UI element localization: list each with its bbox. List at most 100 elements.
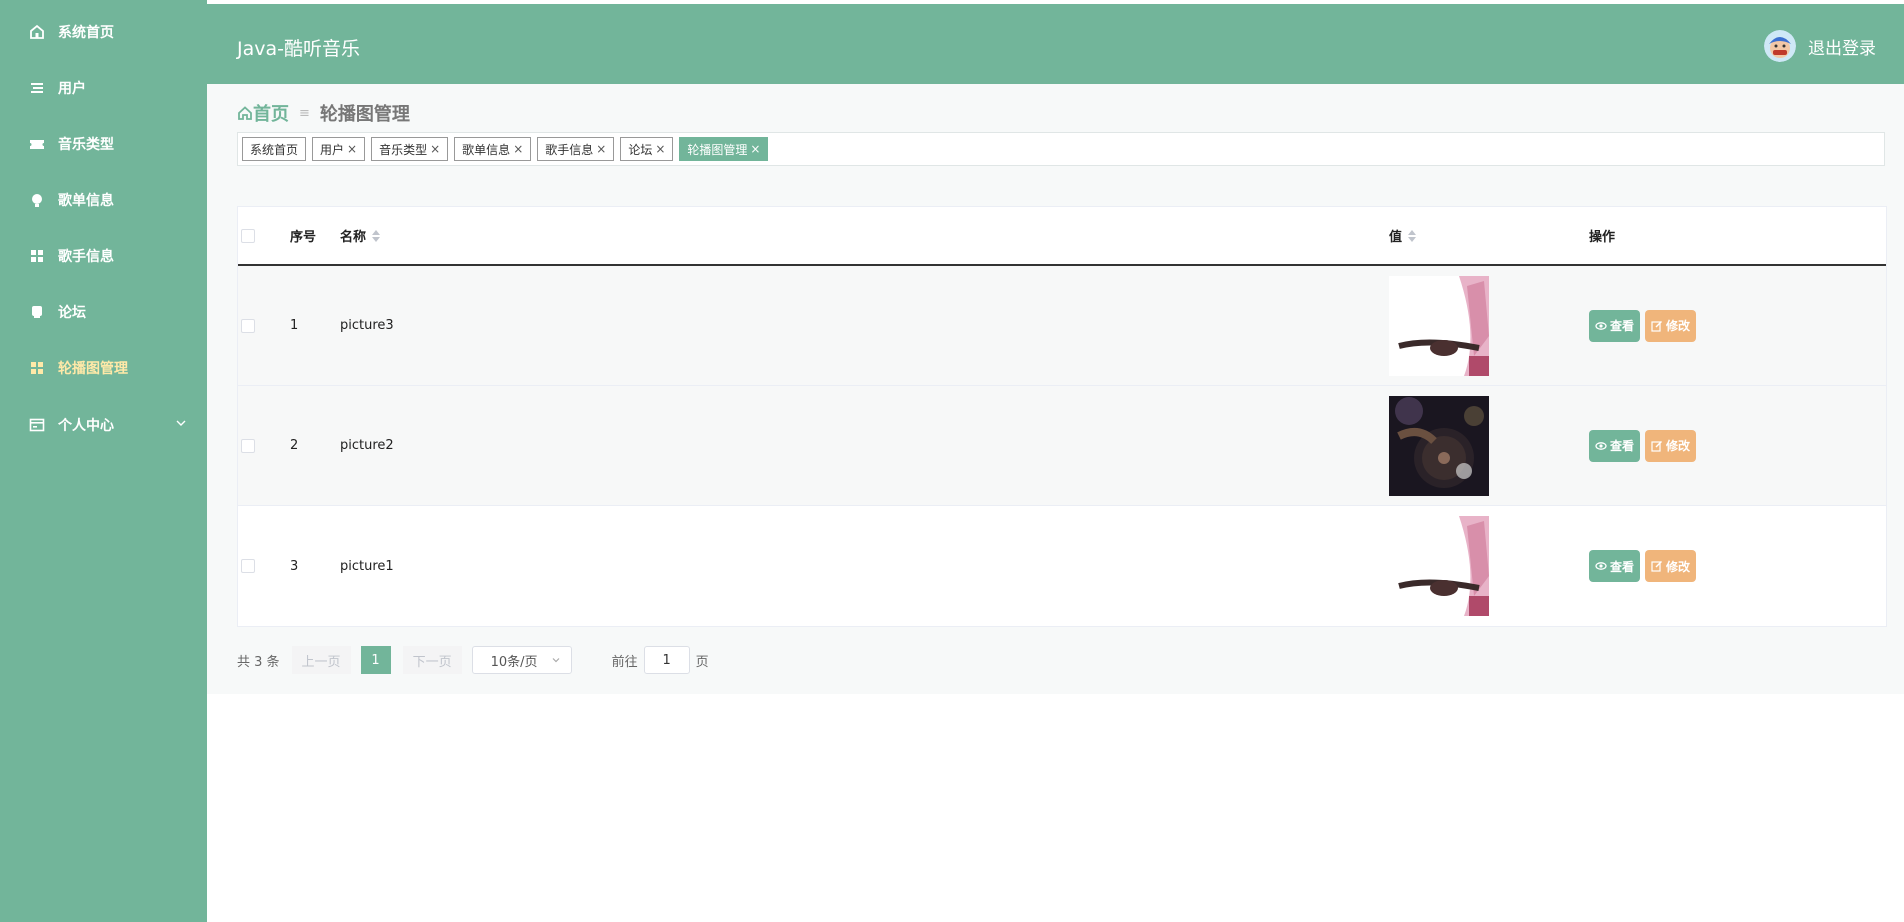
tag-label: 论坛 bbox=[628, 142, 653, 157]
page-number-button[interactable]: 1 bbox=[360, 646, 391, 674]
carousel-thumbnail bbox=[1389, 275, 1489, 376]
close-icon[interactable]: × bbox=[596, 142, 606, 156]
sidebar-item-carousel[interactable]: 轮播图管理 bbox=[0, 348, 207, 388]
row-checkbox[interactable] bbox=[241, 559, 255, 573]
app-root: 系统首页 用户 音乐类型 歌单信息 歌手信息 论坛 轮播图管理 个人中心 Jav… bbox=[0, 0, 1904, 922]
main-content: 首页 ≡ 轮播图管理 系统首页 用户 × 音乐类型 × 歌单信息 × 歌手信息 × 论坛… bbox=[207, 84, 1904, 694]
sidebar: 系统首页 用户 音乐类型 歌单信息 歌手信息 论坛 轮播图管理 个人中心 bbox=[0, 0, 207, 922]
logout-button[interactable]: 退出登录 bbox=[1764, 30, 1876, 62]
row-checkbox[interactable] bbox=[241, 318, 255, 333]
row-index: 2 bbox=[290, 438, 299, 453]
close-icon[interactable]: × bbox=[655, 142, 665, 156]
header-name[interactable]: 名称 bbox=[340, 207, 381, 264]
sort-icon[interactable] bbox=[372, 229, 381, 242]
edit-icon bbox=[1651, 561, 1663, 572]
next-page-button[interactable]: 下一页 bbox=[402, 646, 462, 674]
tag-music-type[interactable]: 音乐类型 × bbox=[371, 137, 449, 161]
page-size-value: 10条/页 bbox=[490, 654, 538, 670]
sidebar-item-label: 用户 bbox=[58, 81, 86, 97]
view-button[interactable]: 查看 bbox=[1589, 309, 1641, 342]
header-actions: 操作 bbox=[1589, 230, 1616, 245]
tags-view-bar: 系统首页 用户 × 音乐类型 × 歌单信息 × 歌手信息 × 论坛 × 轮播图管理 × bbox=[237, 132, 1885, 166]
sidebar-item-personal-center[interactable]: 个人中心 bbox=[0, 405, 207, 445]
view-label: 查看 bbox=[1610, 439, 1635, 453]
tag-playlists[interactable]: 歌单信息 × bbox=[454, 137, 532, 161]
breadcrumb-home[interactable]: 首页 bbox=[237, 100, 289, 126]
sidebar-item-label: 论坛 bbox=[58, 305, 86, 321]
tag-singers[interactable]: 歌手信息 × bbox=[537, 137, 615, 161]
header-name-label: 名称 bbox=[340, 230, 367, 245]
logout-label: 退出登录 bbox=[1808, 38, 1876, 59]
eye-icon bbox=[1595, 562, 1607, 570]
tag-forum[interactable]: 论坛 × bbox=[620, 137, 674, 161]
sidebar-item-label: 个人中心 bbox=[58, 418, 114, 434]
sidebar-item-music-type[interactable]: 音乐类型 bbox=[0, 124, 207, 164]
row-name: picture2 bbox=[340, 438, 394, 453]
sidebar-item-home[interactable]: 系统首页 bbox=[0, 12, 207, 52]
table-row: 3 picture1 查看 修改 bbox=[238, 506, 1886, 626]
view-label: 查看 bbox=[1610, 559, 1635, 574]
sidebar-item-forum[interactable]: 论坛 bbox=[0, 292, 207, 332]
row-index: 3 bbox=[290, 558, 299, 574]
tag-home[interactable]: 系统首页 bbox=[242, 137, 307, 161]
app-title: Java-酷听音乐 bbox=[237, 38, 360, 60]
close-icon[interactable]: × bbox=[430, 142, 440, 156]
eye-icon bbox=[1595, 321, 1607, 330]
breadcrumb-current: 轮播图管理 bbox=[319, 104, 410, 125]
sidebar-item-label: 歌单信息 bbox=[58, 193, 114, 209]
ticket-icon bbox=[28, 135, 46, 153]
sidebar-item-playlists[interactable]: 歌单信息 bbox=[0, 180, 207, 220]
row-name: picture3 bbox=[340, 318, 394, 333]
tag-label: 用户 bbox=[320, 142, 345, 157]
row-actions: 查看 修改 bbox=[1589, 266, 1701, 385]
sidebar-item-label: 系统首页 bbox=[58, 25, 114, 41]
edit-button[interactable]: 修改 bbox=[1645, 429, 1697, 462]
row-checkbox[interactable] bbox=[241, 438, 255, 453]
sidebar-item-label: 轮播图管理 bbox=[58, 361, 128, 377]
tag-label: 歌单信息 bbox=[462, 142, 511, 157]
edit-label: 修改 bbox=[1666, 439, 1691, 453]
sort-icon[interactable] bbox=[1408, 229, 1417, 242]
tag-carousel[interactable]: 轮播图管理 × bbox=[679, 137, 769, 161]
page-jumper: 前往 页 bbox=[612, 646, 709, 674]
edit-icon bbox=[1651, 320, 1663, 332]
home-icon bbox=[238, 106, 252, 120]
pagination: 共 3 条 上一页 1 下一页 10条/页 前往 页 bbox=[237, 646, 709, 674]
sidebar-item-singers[interactable]: 歌手信息 bbox=[0, 236, 207, 276]
grid-icon bbox=[28, 359, 46, 377]
row-actions: 查看 修改 bbox=[1589, 506, 1701, 626]
row-image-cell bbox=[1389, 506, 1489, 626]
header-value[interactable]: 值 bbox=[1389, 207, 1417, 264]
prev-page-button[interactable]: 上一页 bbox=[291, 646, 351, 674]
view-button[interactable]: 查看 bbox=[1589, 429, 1641, 462]
table-row: 2 picture2 查看 修改 bbox=[238, 386, 1886, 506]
card-icon bbox=[28, 416, 46, 434]
chat-icon bbox=[28, 303, 46, 321]
page-size-select[interactable]: 10条/页 bbox=[471, 646, 572, 674]
list-icon bbox=[28, 79, 46, 97]
close-icon[interactable]: × bbox=[347, 142, 357, 156]
sidebar-item-label: 音乐类型 bbox=[58, 137, 114, 153]
page-suffix: 页 bbox=[695, 654, 709, 670]
tag-label: 歌手信息 bbox=[545, 142, 594, 157]
breadcrumb: 首页 ≡ 轮播图管理 bbox=[237, 100, 410, 126]
close-icon[interactable]: × bbox=[513, 142, 523, 156]
edit-button[interactable]: 修改 bbox=[1645, 309, 1697, 342]
header-index: 序号 bbox=[290, 230, 317, 245]
tag-users[interactable]: 用户 × bbox=[312, 137, 366, 161]
row-checkbox-cell bbox=[241, 266, 255, 385]
goto-page-input[interactable] bbox=[643, 646, 690, 674]
view-button[interactable]: 查看 bbox=[1589, 550, 1641, 582]
edit-icon bbox=[1651, 440, 1663, 452]
chevron-down-icon bbox=[175, 417, 187, 433]
row-image-cell bbox=[1389, 266, 1489, 385]
goto-label: 前往 bbox=[611, 654, 638, 670]
pagination-total: 共 3 条 bbox=[237, 654, 280, 670]
sidebar-item-users[interactable]: 用户 bbox=[0, 68, 207, 108]
close-icon[interactable]: × bbox=[750, 142, 760, 156]
breadcrumb-separator-icon: ≡ bbox=[299, 105, 310, 121]
select-all-checkbox[interactable] bbox=[241, 228, 255, 243]
table-row: 1 picture3 查看 修改 bbox=[238, 266, 1886, 386]
tag-label: 轮播图管理 bbox=[687, 142, 748, 157]
edit-button[interactable]: 修改 bbox=[1645, 550, 1697, 582]
